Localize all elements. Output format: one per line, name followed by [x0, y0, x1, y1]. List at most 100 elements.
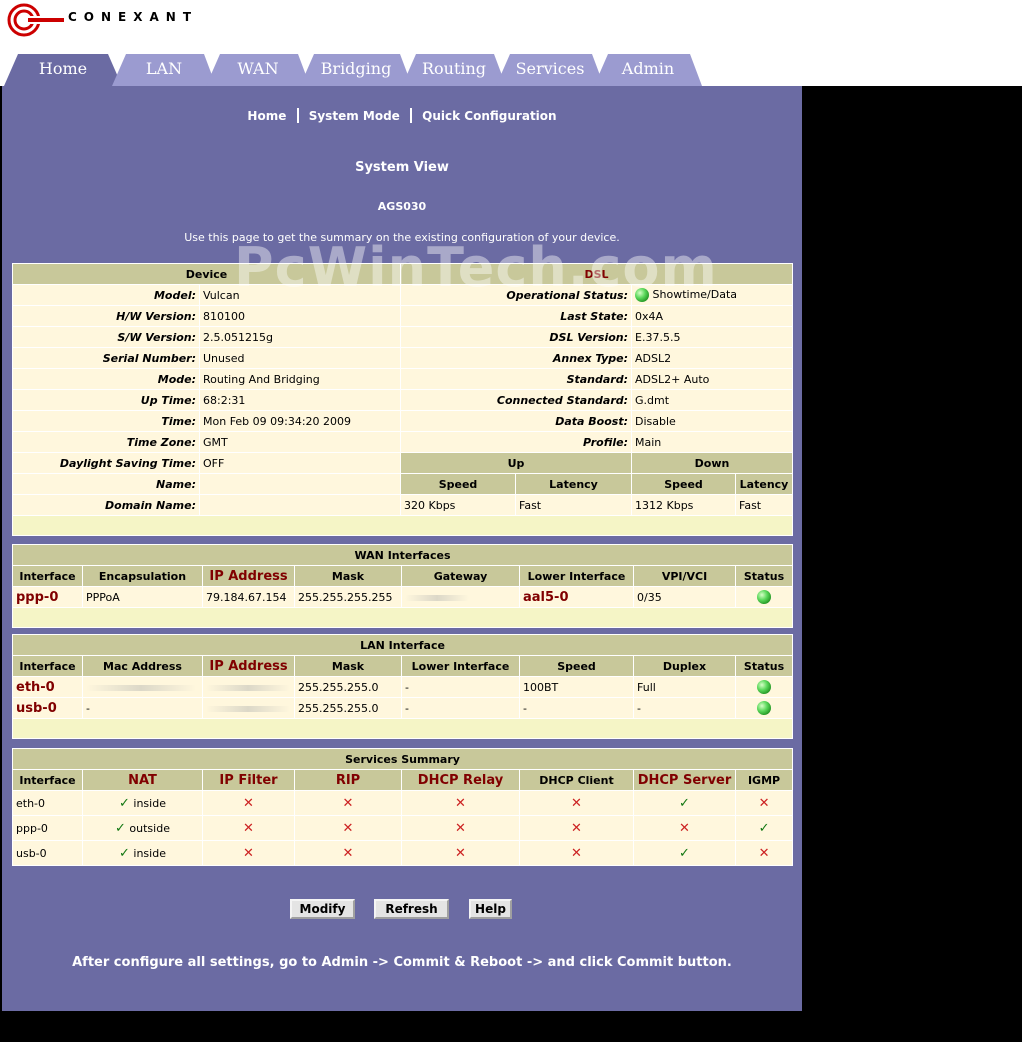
- check-icon: ✓: [758, 820, 770, 836]
- device-label: H/W Version:: [12, 305, 200, 327]
- page-title: System View: [355, 160, 449, 175]
- lan-heading: LAN Interface: [11, 634, 794, 656]
- subnav-system-mode-link[interactable]: System Mode: [309, 109, 400, 123]
- modify-button[interactable]: Modify: [290, 899, 355, 919]
- services-col-header: Interface: [12, 769, 83, 791]
- services-nat: ✓ outside: [82, 815, 203, 841]
- check-icon: ✓: [119, 845, 130, 861]
- wan-interface-link[interactable]: ppp-0: [12, 586, 83, 608]
- device-label: Name:: [12, 473, 200, 495]
- dsl-value: ADSL2+ Auto: [631, 368, 794, 390]
- content-panel: Home System Mode Quick Configuration Sys…: [2, 86, 802, 1011]
- dsl-value: Main: [631, 431, 794, 453]
- device-value: Mon Feb 09 09:34:20 2009: [198, 410, 402, 432]
- status-led-icon: [757, 701, 772, 715]
- wan-col-header: VPI/VCI: [633, 565, 736, 587]
- tab-home[interactable]: Home: [4, 54, 122, 86]
- wan-col-header-link[interactable]: IP Address: [202, 565, 295, 587]
- help-button[interactable]: Help: [469, 899, 512, 919]
- wan-col-header: Lower Interface: [519, 565, 634, 587]
- lan-col-header-link[interactable]: IP Address: [202, 655, 295, 677]
- device-value: 68:2:31: [198, 389, 402, 411]
- cross-icon: ✕: [571, 795, 582, 811]
- services-interface: eth-0: [12, 790, 83, 816]
- tab-bridging[interactable]: Bridging: [300, 54, 412, 86]
- services-col-header-link[interactable]: NAT: [82, 769, 203, 791]
- dsl-down-latency-header: Latency: [735, 473, 794, 495]
- wan-heading: WAN Interfaces: [12, 544, 793, 566]
- wan-vpivci: 0/35: [633, 586, 736, 608]
- services-col-header-link[interactable]: RIP: [294, 769, 402, 791]
- tab-routing[interactable]: Routing: [402, 54, 506, 86]
- lan-mac: -: [82, 697, 203, 719]
- status-led-icon: [635, 288, 650, 302]
- cross-icon: ✕: [571, 820, 582, 836]
- dsl-up-latency-header: Latency: [515, 473, 633, 495]
- subnav-separator: [409, 108, 412, 123]
- nat-mode: inside: [133, 846, 166, 860]
- redacted-mark: [206, 705, 290, 712]
- lan-duplex: Full: [633, 676, 736, 698]
- cross-icon: ✕: [243, 820, 254, 836]
- device-label: Time Zone:: [12, 431, 200, 453]
- services-table: Services Summary Interface NAT IP Filter…: [11, 748, 794, 866]
- services-col-header: DHCP Client: [519, 769, 634, 791]
- lan-status: [734, 697, 794, 719]
- redacted-mark: [206, 684, 290, 691]
- cross-icon: ✕: [758, 795, 770, 811]
- tab-bridging-label: Bridging: [320, 59, 392, 78]
- tab-lan[interactable]: LAN: [112, 54, 216, 86]
- wan-lower-interface-link[interactable]: aal5-0: [519, 586, 634, 608]
- tab-wan[interactable]: WAN: [206, 54, 310, 86]
- dsl-value: Showtime/Data: [652, 288, 738, 301]
- lan-ip-redacted: [202, 697, 295, 719]
- sub-navigation: Home System Mode Quick Configuration: [2, 108, 802, 123]
- device-value: Routing And Bridging: [198, 368, 402, 390]
- lan-col-header: Mac Address: [82, 655, 203, 677]
- wan-col-header: Mask: [294, 565, 402, 587]
- wan-col-header: Gateway: [401, 565, 520, 587]
- dsl-value: ADSL2: [631, 347, 794, 369]
- subnav-home-link[interactable]: Home: [247, 109, 286, 123]
- nat-mode: outside: [129, 821, 170, 835]
- tab-services[interactable]: Services: [496, 54, 604, 86]
- refresh-button[interactable]: Refresh: [374, 899, 449, 919]
- services-col-header: IGMP: [734, 769, 794, 791]
- lan-lower: -: [401, 697, 520, 719]
- services-igmp: ✕: [734, 840, 794, 866]
- dsl-label: Standard:: [400, 368, 633, 390]
- lan-interface-link[interactable]: usb-0: [12, 697, 83, 719]
- wan-gateway-redacted: [401, 586, 520, 608]
- subnav-quick-config-link[interactable]: Quick Configuration: [422, 109, 556, 123]
- tab-admin[interactable]: Admin: [594, 54, 702, 86]
- lan-interface-link[interactable]: eth-0: [12, 676, 83, 698]
- wan-status: [735, 586, 793, 608]
- table-row: usb-0 - 255.255.255.0 - - -: [12, 697, 794, 719]
- services-col-header-link[interactable]: DHCP Server: [633, 769, 736, 791]
- status-led-icon: [757, 680, 772, 694]
- dsl-up-speed: 320 Kbps: [400, 494, 517, 516]
- device-value: GMT: [198, 431, 402, 453]
- wan-col-header: Status: [735, 565, 793, 587]
- footer-note: After configure all settings, go to Admi…: [72, 955, 732, 970]
- services-interface: ppp-0: [12, 815, 83, 841]
- services-ipfilter: ✕: [202, 815, 295, 841]
- device-label: Model:: [12, 284, 200, 306]
- services-server: ✓: [633, 840, 736, 866]
- services-server: ✓: [633, 790, 736, 816]
- dsl-label: Data Boost:: [400, 410, 633, 432]
- services-col-header-link[interactable]: IP Filter: [202, 769, 295, 791]
- services-ipfilter: ✕: [202, 790, 295, 816]
- device-value: 2.5.051215g: [198, 326, 402, 348]
- services-col-header-link[interactable]: DHCP Relay: [401, 769, 520, 791]
- lan-mac-redacted: [82, 676, 203, 698]
- device-value: OFF: [198, 452, 402, 474]
- device-value: [198, 494, 402, 516]
- services-client: ✕: [519, 815, 634, 841]
- device-label: Mode:: [12, 368, 200, 390]
- services-igmp: ✕: [734, 790, 794, 816]
- dsl-down-speed: 1312 Kbps: [631, 494, 737, 516]
- lan-col-header: Duplex: [633, 655, 736, 677]
- services-ipfilter: ✕: [202, 840, 295, 866]
- cross-icon: ✕: [455, 795, 466, 811]
